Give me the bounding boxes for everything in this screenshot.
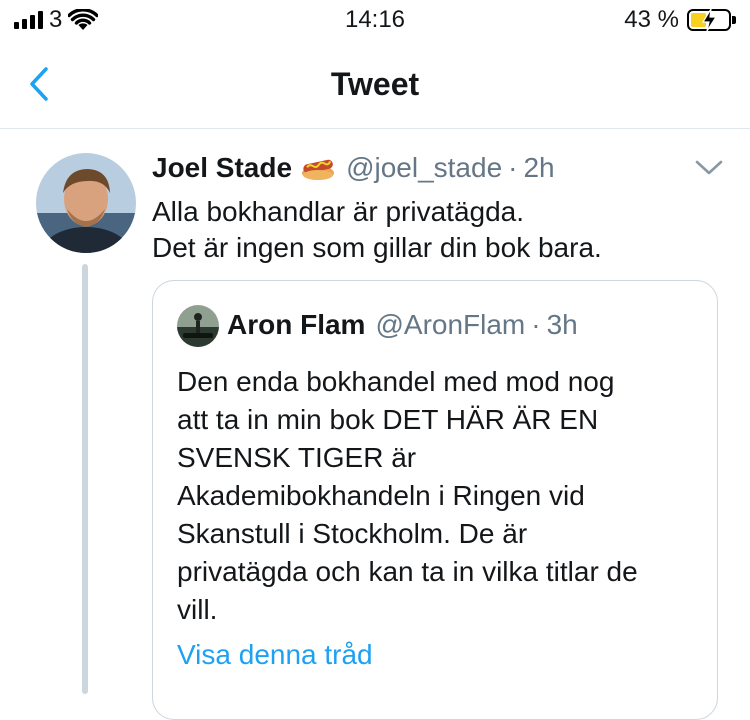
quoted-author-name[interactable]: Aron Flam — [227, 309, 365, 341]
quoted-text: Den enda bokhandel med mod nog att ta in… — [177, 363, 697, 629]
show-thread-link[interactable]: Visa denna tråd — [177, 639, 373, 671]
avatar-photo — [36, 153, 136, 253]
author-name[interactable]: Joel Stade — [152, 152, 292, 184]
battery-cap — [732, 16, 736, 24]
quoted-tweet[interactable]: Aron Flam @AronFlam · 3h Den enda bokhan… — [152, 280, 718, 720]
tweet-text-line: Det är ingen som gillar din bok bara. — [152, 232, 602, 263]
quoted-header: Aron Flam @AronFlam · 3h — [227, 307, 578, 343]
quoted-text-line: privatägda och kan ta in vilka titlar de — [177, 556, 638, 587]
chevron-down-icon[interactable] — [692, 158, 726, 178]
quoted-separator-dot: · — [531, 309, 541, 340]
bolt-icon — [701, 8, 718, 32]
quoted-text-line: Den enda bokhandel med mod nog — [177, 366, 615, 397]
battery-charging-icon — [687, 8, 731, 32]
quoted-text-line: att ta in min bok DET HÄR ÄR EN — [177, 404, 599, 435]
page-title: Tweet — [330, 66, 420, 102]
thread-line — [82, 264, 88, 694]
quoted-time[interactable]: 3h — [547, 309, 578, 341]
quoted-author-handle[interactable]: @AronFlam — [375, 309, 525, 341]
quoted-text-line: SVENSK TIGER är — [177, 442, 417, 473]
battery-percent: 43 % — [624, 6, 679, 33]
separator-dot: · — [508, 152, 518, 183]
tweet-text-line: Alla bokhandlar är privatägda. — [152, 196, 525, 227]
quoted-text-line: vill. — [177, 594, 218, 625]
avatar[interactable] — [36, 153, 136, 253]
hot-dog-icon — [300, 154, 336, 182]
author-handle[interactable]: @joel_stade — [346, 152, 502, 184]
status-right: 43 % — [624, 6, 736, 34]
quoted-text-line: Akademibokhandeln i Ringen vid — [177, 480, 585, 511]
tweet-text: Alla bokhandlar är privatägda. Det är in… — [152, 194, 732, 266]
quoted-avatar[interactable] — [177, 305, 219, 347]
quoted-text-line: Skanstull i Stockholm. De är — [177, 518, 528, 549]
quoted-avatar-image — [177, 305, 219, 347]
nav-bar: Tweet — [0, 42, 750, 129]
tweet-time[interactable]: 2h — [523, 152, 554, 184]
tweet-header: Joel Stade @joel_stade · 2h — [152, 150, 555, 186]
status-bar: 3 14:16 43 % — [0, 0, 750, 40]
